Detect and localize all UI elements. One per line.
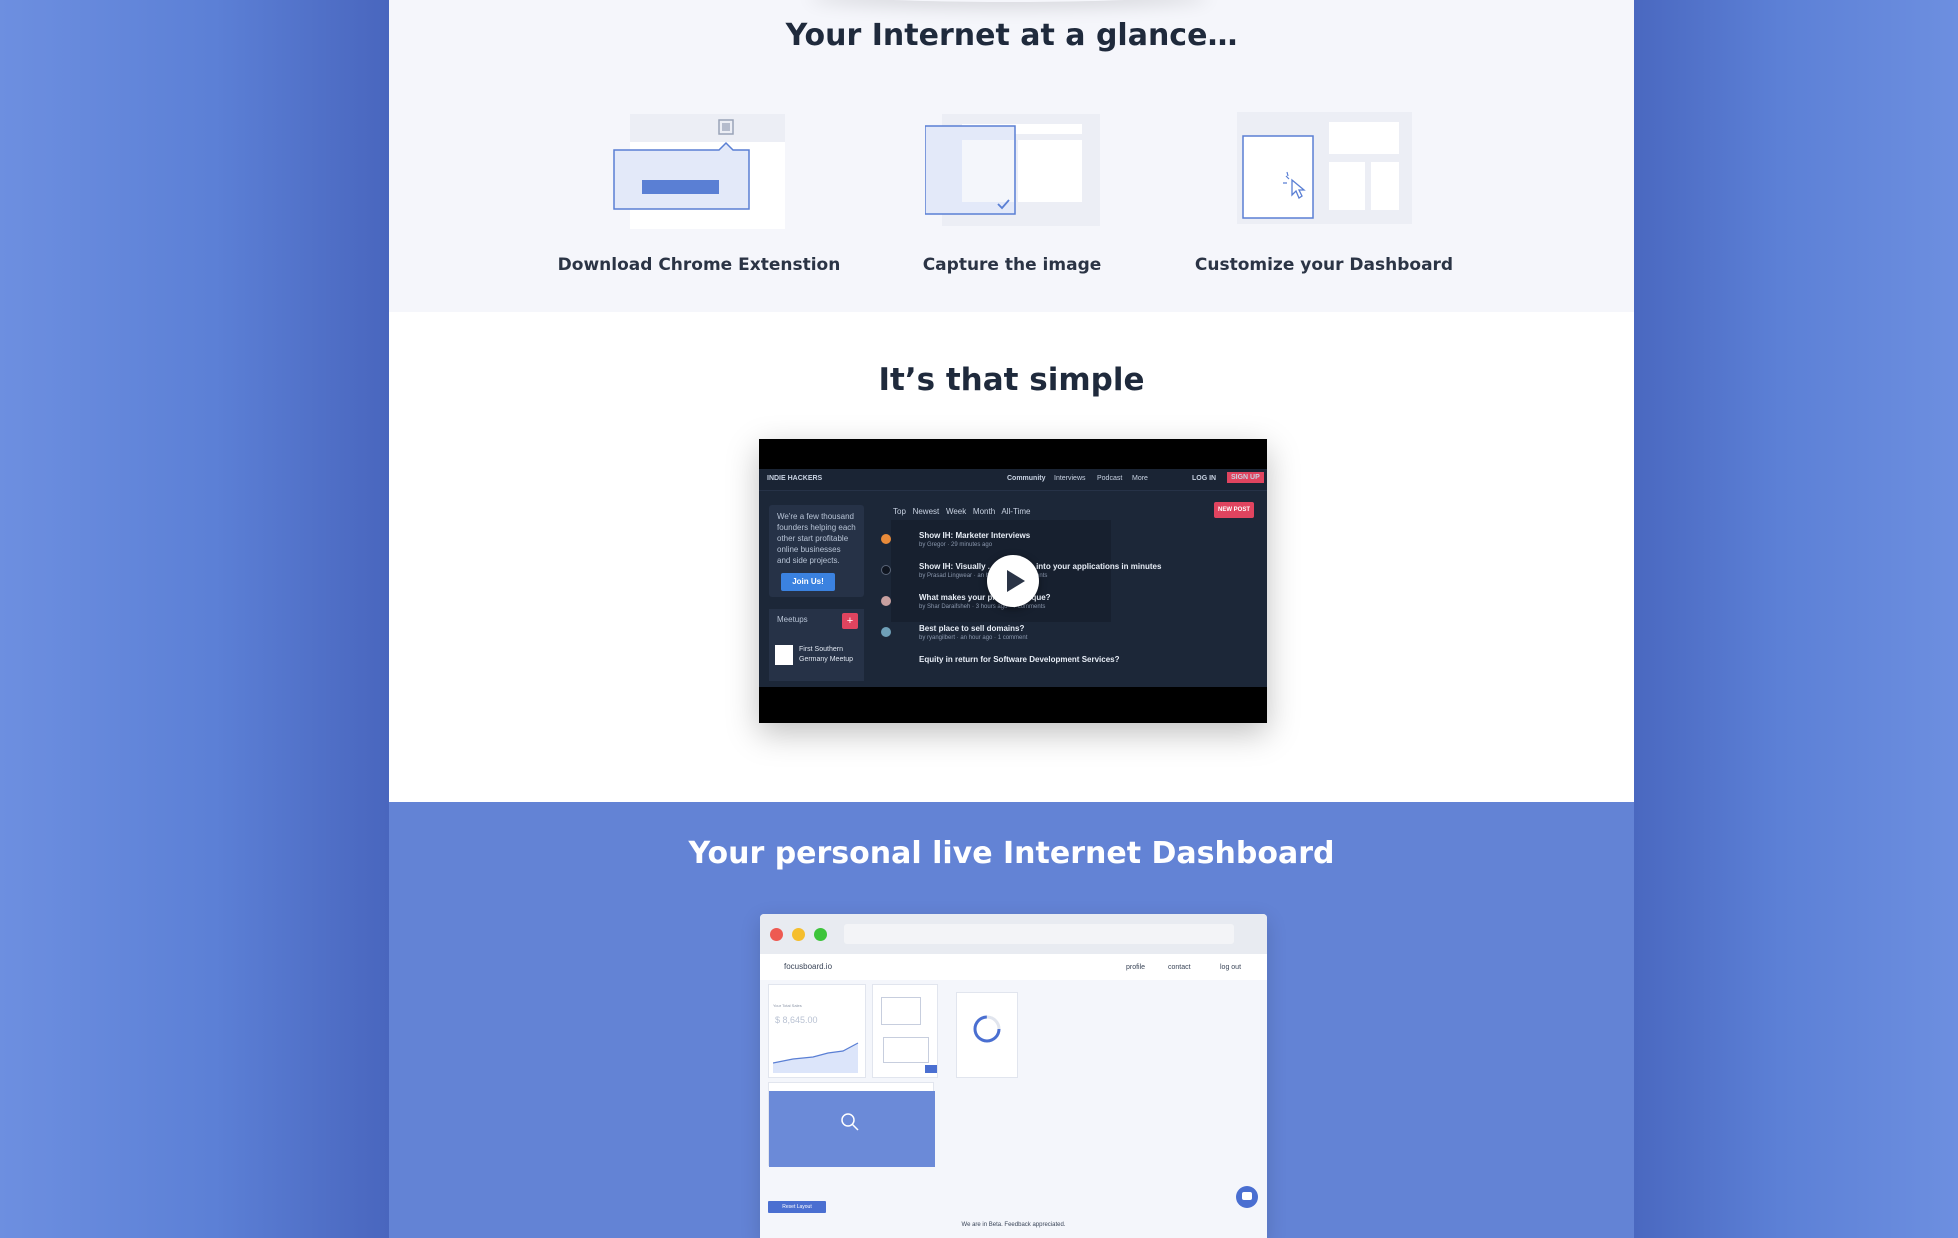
- video-intro-card: We're a few thousand founders helping ea…: [769, 505, 864, 597]
- video-site-nav: INDIE HACKERS Community Interviews Podca…: [759, 469, 1267, 491]
- video-post-item: Show IH: Marketer Interviews by Gregor · …: [919, 531, 1031, 548]
- customize-dashboard-icon: [1236, 110, 1412, 235]
- video-meetup-item: First Southern Germany Meetup: [799, 646, 854, 663]
- video-new-post-button: NEW POST: [1214, 502, 1254, 518]
- step-capture: Capture the image: [862, 110, 1162, 275]
- screenshot-widget: [872, 984, 938, 1078]
- sales-widget-label: Your Total Sales: [773, 1003, 802, 1008]
- beta-notice: We are in Beta. Feedback appreciated.: [961, 1222, 1066, 1228]
- play-icon[interactable]: [987, 555, 1039, 607]
- video-feed-tabs: Top Newest Week Month All-Time: [893, 507, 1030, 516]
- dashboard-nav-profile: profile: [1126, 964, 1146, 971]
- plus-icon: +: [842, 613, 858, 629]
- capture-image-icon: [923, 110, 1100, 235]
- video-meetups-card: Meetups + First Southern Germany Meetup: [769, 609, 864, 681]
- browser-extension-icon: [612, 110, 787, 235]
- video-nav-interviews: Interviews: [1054, 475, 1086, 482]
- avatar: [881, 534, 891, 544]
- dashboard-title: Your personal live Internet Dashboard: [688, 836, 1335, 871]
- address-bar: [844, 924, 1234, 944]
- video-tab-top: Top: [893, 507, 906, 516]
- demo-video[interactable]: INDIE HACKERS Community Interviews Podca…: [759, 439, 1267, 723]
- dashboard-logo: focusboard.io: [784, 962, 833, 971]
- step-customize-label: Customize your Dashboard: [1194, 255, 1454, 275]
- glance-section: Your Internet at a glance… Download Chro…: [389, 0, 1634, 312]
- top-shadow: [809, 0, 1209, 2]
- video-intro-text: We're a few thousand founders helping ea…: [777, 512, 856, 565]
- avatar: [881, 565, 891, 575]
- dashboard-preview: focusboard.io profile contact log out Yo…: [760, 914, 1267, 1238]
- simple-section: It’s that simple INDIE HACKERS Community…: [389, 312, 1634, 802]
- minimize-dot-icon: [792, 928, 805, 941]
- video-post-item: Equity in return for Software Developmen…: [919, 655, 1120, 664]
- step-capture-label: Capture the image: [922, 255, 1102, 275]
- simple-title: It’s that simple: [878, 362, 1145, 398]
- video-tab-month: Month: [972, 507, 996, 516]
- glance-title: Your Internet at a glance…: [785, 18, 1238, 53]
- dashboard-section: Your personal live Internet Dashboard fo…: [389, 802, 1634, 1238]
- video-tab-newest: Newest: [912, 507, 940, 516]
- video-tab-alltime: All-Time: [1001, 507, 1031, 516]
- dashboard-nav-logout: log out: [1220, 964, 1242, 971]
- search-icon: [841, 1113, 859, 1131]
- page: Your Internet at a glance… Download Chro…: [389, 0, 1634, 1238]
- calendar-icon: [775, 645, 793, 665]
- step-download-label: Download Chrome Extenstion: [557, 255, 841, 275]
- background-left: [0, 0, 389, 1238]
- video-site-logo: INDIE HACKERS: [767, 475, 823, 482]
- background-right: [1634, 0, 1958, 1238]
- sales-widget-value: $ 8,645.00: [775, 1015, 818, 1025]
- dashboard-nav-contact: contact: [1168, 964, 1191, 971]
- reset-layout-button: Reset Layout: [768, 1201, 826, 1213]
- step-download: Download Chrome Extenstion: [549, 110, 849, 275]
- video-tab-week: Week: [945, 507, 967, 516]
- video-join-button: Join Us!: [781, 573, 835, 591]
- video-post-item: Best place to sell domains? by ryangilber…: [919, 624, 1028, 641]
- ring-widget: [956, 992, 1018, 1078]
- dashboard-header: focusboard.io profile contact log out: [760, 954, 1267, 980]
- video-nav-community: Community: [1007, 475, 1046, 482]
- sales-chart-icon: [773, 1042, 859, 1073]
- browser-chrome: [760, 914, 1267, 954]
- video-nav-podcast: Podcast: [1097, 475, 1123, 482]
- video-nav-signup: SIGN UP: [1227, 472, 1264, 483]
- image-widget: [768, 1082, 935, 1167]
- video-meetups-label: Meetups: [777, 615, 808, 624]
- avatar: [881, 596, 891, 606]
- video-nav-login: LOG IN: [1192, 475, 1217, 482]
- step-customize: Customize your Dashboard: [1174, 110, 1474, 275]
- video-nav-more: More: [1132, 475, 1148, 482]
- progress-ring-icon: [973, 1015, 1001, 1043]
- close-dot-icon: [770, 928, 783, 941]
- sales-widget: Your Total Sales $ 8,645.00: [768, 984, 866, 1078]
- chat-icon: [1236, 1186, 1258, 1208]
- avatar: [881, 627, 891, 637]
- video-post-item: Show IH: Visually ... and Voice into you…: [919, 562, 1162, 579]
- maximize-dot-icon: [814, 928, 827, 941]
